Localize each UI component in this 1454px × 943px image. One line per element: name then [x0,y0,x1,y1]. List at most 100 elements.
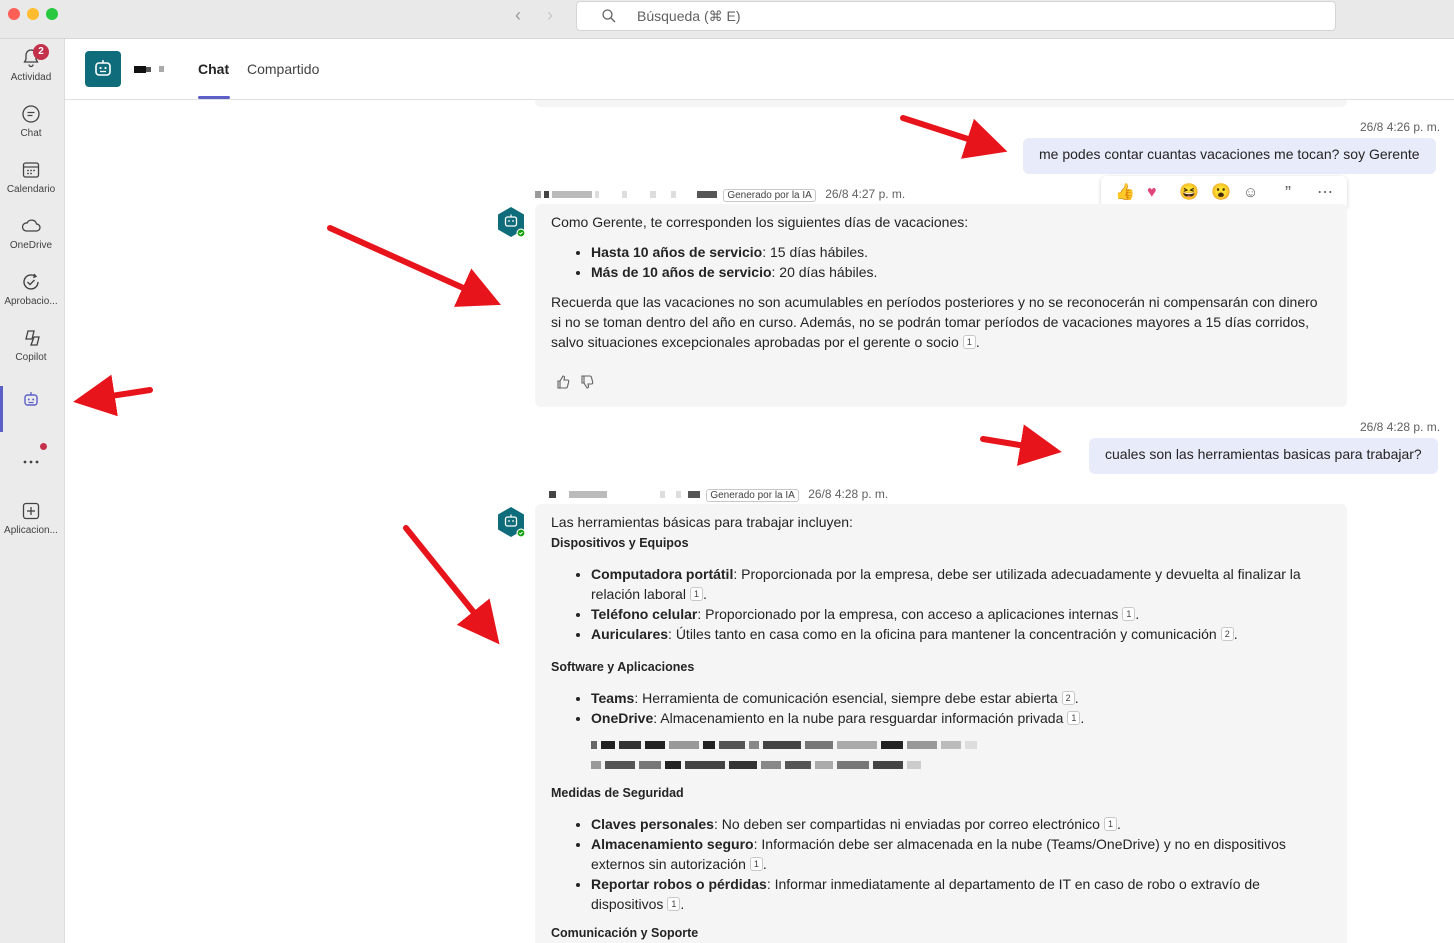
citation-badge[interactable]: 1 [1122,607,1136,621]
rail-label: Calendario [6,184,56,195]
tools-list: Claves personales: No deben ser comparti… [591,814,1331,914]
notification-dot [40,443,47,450]
section-title: Medidas de Seguridad [551,786,684,800]
chat-area[interactable]: 26/8 4:26 p. m. me podes contar cuantas … [65,100,1454,943]
bot-message-meta: Generado por la IA 26/8 4:27 p. m. [535,187,905,202]
thumbs-down-icon[interactable] [579,374,595,390]
bot-avatar[interactable] [495,506,527,538]
heart-reaction-icon[interactable]: ♥ [1147,183,1157,203]
close-window-button[interactable] [8,8,20,20]
rail-item-bot[interactable] [0,389,62,411]
ai-generated-tag: Generado por la IA [706,489,799,502]
more-icon [23,460,39,464]
rail-item-activity[interactable]: 2 Actividad [0,44,62,83]
search-placeholder: Búsqueda (⌘ E) [637,8,741,24]
bot-message[interactable]: Como Gerente, te corresponden los siguie… [535,204,1347,407]
rail-label: Copilot [15,352,47,363]
zoom-window-button[interactable] [46,8,58,20]
user-message[interactable]: me podes contar cuantas vacaciones me to… [1023,138,1436,174]
copilot-icon [25,330,40,346]
list-item: OneDrive: Almacenamiento en la nube para… [591,708,1331,728]
list-item: Claves personales: No deben ser comparti… [591,814,1331,834]
list-item: Computadora portátil: Proporcionada por … [591,564,1331,604]
message-intro: Como Gerente, te corresponden los siguie… [551,214,969,230]
bot-icon [498,507,526,538]
citation-badge[interactable]: 2 [1220,627,1234,641]
user-message[interactable]: cuales son las herramientas basicas para… [1089,438,1438,474]
list-item: Auriculares: Útiles tanto en casa como e… [591,624,1331,644]
citation-badge[interactable]: 1 [962,335,976,349]
message-timestamp: 26/8 4:28 p. m. [808,487,889,501]
rail-label: Actividad [10,72,52,83]
cloud-icon [21,219,41,232]
list-item: Hasta 10 años de servicio: 15 días hábil… [591,242,1331,262]
list-item: Más de 10 años de servicio: 20 días hábi… [591,262,1331,282]
message-timestamp: 26/8 4:27 p. m. [825,187,906,201]
list-item: Reportar robos o pérdidas: Informar inme… [591,874,1331,914]
add-reaction-icon[interactable]: ☺ [1243,183,1258,203]
section-title: Software y Aplicaciones [551,660,695,674]
search-input[interactable]: Búsqueda (⌘ E) [576,1,1336,31]
thumbs-up-icon[interactable] [555,374,571,390]
bot-icon [24,392,38,406]
rail-item-approvals[interactable]: Aprobacio... [0,271,62,307]
rail-item-calendar[interactable]: Calendario [0,159,62,195]
surprised-reaction-icon[interactable]: 😮 [1211,183,1231,203]
bot-message[interactable]: Las herramientas básicas para trabajar i… [535,504,1347,943]
redacted-content [591,728,1331,770]
window-titlebar: ‹ › Búsqueda (⌘ E) [0,0,1454,39]
list-item: Teléfono celular: Proporcionado por la e… [591,604,1331,624]
bot-message-meta: Generado por la IA 26/8 4:28 p. m. [549,487,888,502]
rail-label: Aprobacio... [4,296,58,307]
vacation-list: Hasta 10 años de servicio: 15 días hábil… [591,242,1331,282]
minimize-window-button[interactable] [27,8,39,20]
back-arrow-icon[interactable]: ‹ [515,5,521,26]
rail-item-apps[interactable]: Aplicacion... [0,500,62,536]
bot-avatar[interactable] [495,206,527,238]
citation-badge[interactable]: 1 [1103,817,1117,831]
citation-badge[interactable]: 1 [689,587,703,601]
tab-shared[interactable]: Compartido [247,61,319,77]
rail-item-copilot[interactable]: Copilot [0,327,62,363]
like-reaction-icon[interactable]: 👍 [1115,183,1135,203]
previous-message-edge [535,100,1347,107]
active-tab-underline [198,96,230,99]
laugh-reaction-icon[interactable]: 😆 [1179,183,1199,203]
more-options-icon[interactable]: ⋯ [1317,183,1333,203]
rail-label: Chat [20,128,42,139]
bot-icon [95,60,111,76]
calendar-icon [22,162,40,178]
rail-item-more[interactable] [0,451,62,473]
chat-icon [22,105,40,123]
rail-label: Aplicacion... [4,525,58,536]
ai-generated-tag: Generado por la IA [723,189,816,202]
citation-badge[interactable]: 1 [749,857,763,871]
add-app-icon [22,502,40,520]
tools-list: Computadora portátil: Proporcionada por … [591,564,1331,644]
search-icon [602,9,616,23]
message-intro: Las herramientas básicas para trabajar i… [551,514,853,530]
tools-list: Teams: Herramienta de comunicación esenc… [591,688,1331,728]
citation-badge[interactable]: 1 [1067,711,1081,725]
activity-badge: 2 [33,44,49,60]
section-title: Comunicación y Soporte [551,926,699,940]
rail-item-chat[interactable]: Chat [0,103,62,139]
chat-header: Chat Compartido [65,39,1454,100]
message-timestamp: 26/8 4:26 p. m. [1360,120,1441,134]
rail-label: OneDrive [9,240,53,251]
list-item: Almacenamiento seguro: Información debe … [591,834,1331,874]
forward-arrow-icon[interactable]: › [547,5,553,26]
message-paragraph: Recuerda que las vacaciones no son acumu… [551,294,1318,350]
citation-badge[interactable]: 1 [667,897,681,911]
app-rail: 2 Actividad Chat Calendario OneDrive Apr… [0,39,65,943]
tab-chat[interactable]: Chat [198,61,229,77]
list-item: Teams: Herramienta de comunicación esenc… [591,688,1331,708]
rail-item-onedrive[interactable]: OneDrive [0,215,62,251]
bot-icon [498,207,526,238]
section-title: Dispositivos y Equipos [551,536,689,550]
message-timestamp: 26/8 4:28 p. m. [1360,420,1441,434]
citation-badge[interactable]: 2 [1061,691,1075,705]
approvals-icon [23,273,39,290]
bot-avatar[interactable] [85,51,121,87]
quote-icon[interactable]: ” [1285,183,1291,203]
